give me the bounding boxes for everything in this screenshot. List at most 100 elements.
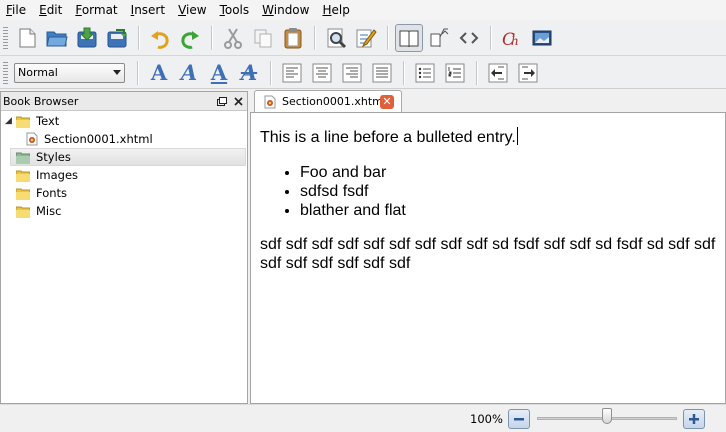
new-file-icon bbox=[19, 28, 36, 48]
redo-button[interactable] bbox=[176, 24, 204, 52]
text-cursor bbox=[516, 127, 518, 145]
justify-button[interactable] bbox=[368, 59, 396, 87]
bulleted-list[interactable]: Foo and bar sdfsd fsdf blather and flat bbox=[260, 163, 716, 220]
find-replace-button[interactable] bbox=[322, 24, 350, 52]
save-button[interactable] bbox=[73, 24, 101, 52]
status-bar: 100% bbox=[0, 404, 726, 432]
cut-icon bbox=[224, 28, 242, 49]
justify-icon bbox=[372, 63, 392, 82]
undo-icon bbox=[151, 31, 169, 49]
body-paragraph[interactable]: sdf sdf sdf sdf sdf sdf sdf sdf sdf sd f… bbox=[260, 235, 716, 273]
toolbar-separator bbox=[137, 60, 138, 85]
paste-button[interactable] bbox=[279, 24, 307, 52]
open-folder-icon bbox=[46, 31, 68, 47]
toolbar-separator bbox=[211, 26, 212, 50]
chevron-down-icon bbox=[113, 70, 121, 75]
folder-icon bbox=[16, 170, 30, 182]
numbered-list-icon bbox=[445, 63, 465, 82]
toolbar-grip[interactable] bbox=[3, 27, 8, 49]
tree-item-misc[interactable]: Misc bbox=[1, 202, 247, 220]
toolbar-separator bbox=[490, 26, 491, 50]
book-browser-titlebar: Book Browser bbox=[1, 92, 247, 111]
undock-icon[interactable] bbox=[217, 96, 227, 106]
list-item[interactable]: Foo and bar bbox=[300, 163, 716, 182]
menu-help[interactable]: Help bbox=[316, 0, 356, 20]
copy-button[interactable] bbox=[249, 24, 277, 52]
copy-icon bbox=[254, 29, 272, 48]
outdent-icon bbox=[488, 63, 508, 82]
toolbar-separator bbox=[403, 60, 404, 85]
book-browser-title: Book Browser bbox=[3, 94, 79, 108]
italic-icon: A bbox=[180, 60, 198, 85]
menu-window[interactable]: Window bbox=[256, 0, 316, 20]
table-of-contents-button[interactable]: Ch bbox=[498, 24, 526, 52]
menu-insert[interactable]: Insert bbox=[125, 0, 172, 20]
menu-format[interactable]: Format bbox=[69, 0, 124, 20]
zoom-out-button[interactable] bbox=[508, 409, 530, 429]
code-view-button[interactable] bbox=[455, 24, 483, 52]
toolbar-grip[interactable] bbox=[3, 61, 8, 84]
tree-item-images[interactable]: Images bbox=[1, 166, 247, 184]
align-center-button[interactable] bbox=[308, 59, 336, 87]
tree-item-label: Misc bbox=[36, 204, 62, 218]
save-as-icon bbox=[107, 29, 127, 48]
tree-item-label: Images bbox=[36, 168, 79, 182]
tree-item-section0001[interactable]: Section0001.xhtml bbox=[1, 130, 247, 148]
xhtml-file-icon bbox=[264, 95, 276, 108]
spellcheck-button[interactable] bbox=[352, 24, 380, 52]
bullet-list-icon bbox=[415, 63, 435, 82]
undo-button[interactable] bbox=[146, 24, 174, 52]
insert-image-button[interactable] bbox=[528, 24, 556, 52]
list-item[interactable]: sdfsd fsdf bbox=[300, 182, 716, 201]
toolbar-separator bbox=[476, 60, 477, 85]
save-as-button[interactable] bbox=[103, 24, 131, 52]
tree-item-fonts[interactable]: Fonts bbox=[1, 184, 247, 202]
align-center-icon bbox=[312, 63, 332, 82]
heading-style-select[interactable]: Normal bbox=[14, 62, 125, 83]
toolbar-separator bbox=[387, 26, 388, 50]
menu-file[interactable]: File bbox=[0, 0, 33, 20]
open-button[interactable] bbox=[43, 24, 71, 52]
intro-paragraph[interactable]: This is a line before a bulleted entry. bbox=[260, 127, 716, 147]
split-view-button[interactable] bbox=[425, 24, 453, 52]
align-right-icon bbox=[342, 63, 362, 82]
tree-item-label: Fonts bbox=[36, 186, 68, 200]
cut-button[interactable] bbox=[219, 24, 247, 52]
menu-tools[interactable]: Tools bbox=[214, 0, 257, 20]
image-icon bbox=[532, 30, 552, 46]
italic-button[interactable]: A bbox=[175, 59, 203, 87]
bold-button[interactable]: A bbox=[145, 59, 173, 87]
tab-label: Section0001.xhtml bbox=[282, 95, 386, 108]
close-icon[interactable] bbox=[234, 96, 243, 106]
list-item[interactable]: blather and flat bbox=[300, 201, 716, 220]
decrease-indent-button[interactable] bbox=[484, 59, 512, 87]
book-view-button[interactable] bbox=[395, 24, 423, 52]
tree-item-styles[interactable]: Styles bbox=[10, 148, 246, 166]
increase-indent-button[interactable] bbox=[514, 59, 542, 87]
menu-view[interactable]: View bbox=[172, 0, 213, 20]
tab-close-icon[interactable]: ✕ bbox=[380, 95, 394, 109]
underline-icon: A bbox=[210, 60, 228, 85]
underline-button[interactable]: A bbox=[205, 59, 233, 87]
split-view-icon bbox=[430, 28, 449, 48]
menu-edit[interactable]: Edit bbox=[33, 0, 69, 20]
folder-icon bbox=[16, 206, 30, 218]
expand-triangle-icon[interactable]: ◢ bbox=[5, 116, 12, 126]
align-left-button[interactable] bbox=[278, 59, 306, 87]
strikethrough-button[interactable]: A bbox=[235, 59, 263, 87]
zoom-level: 100% bbox=[470, 412, 503, 426]
format-toolbar: Normal A A A A bbox=[0, 57, 726, 89]
toolbar-separator bbox=[138, 26, 139, 50]
numbered-list-button[interactable] bbox=[441, 59, 469, 87]
align-right-button[interactable] bbox=[338, 59, 366, 87]
tab-section0001[interactable]: Section0001.xhtml ✕ bbox=[254, 90, 402, 112]
book-view-document[interactable]: This is a line before a bulleted entry. … bbox=[250, 112, 726, 404]
bullet-list-button[interactable] bbox=[411, 59, 439, 87]
toolbar-separator bbox=[270, 60, 271, 85]
editor-area: Section0001.xhtml ✕ This is a line befor… bbox=[250, 89, 726, 404]
new-file-button[interactable] bbox=[13, 24, 41, 52]
zoom-slider-handle[interactable] bbox=[602, 408, 612, 424]
toolbar-separator bbox=[314, 26, 315, 50]
tree-item-text[interactable]: ◢ Text bbox=[1, 112, 247, 130]
zoom-in-button[interactable] bbox=[683, 409, 705, 429]
